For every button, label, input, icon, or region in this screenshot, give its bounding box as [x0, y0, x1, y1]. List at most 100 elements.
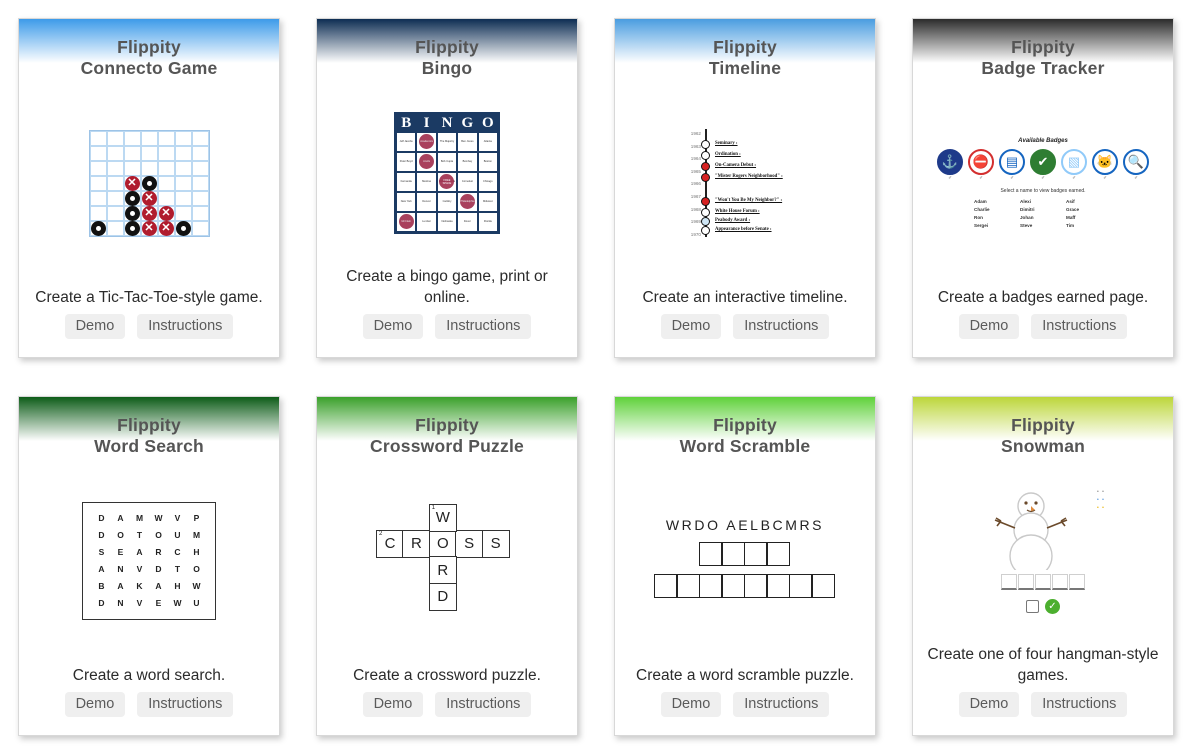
badge-name[interactable]: Dimitri [1020, 207, 1066, 212]
timeline-event-label[interactable]: On-Camera Debut › [715, 163, 756, 168]
bingo-cell[interactable]: Fernanda [396, 171, 417, 192]
app-card-4[interactable]: Flippity Badge Tracker Available Badges ⚓ ✐ ⛔… [912, 18, 1174, 358]
instructions-button[interactable]: Instructions [137, 692, 234, 717]
timeline-event-label[interactable]: "Won't You Be My Neighbor?" › [715, 198, 782, 203]
snowman-input-box[interactable] [1026, 599, 1039, 613]
bingo-cell[interactable]: New York [396, 191, 417, 212]
connecto-cell[interactable] [157, 145, 175, 161]
connecto-cell[interactable] [174, 130, 192, 146]
crossword-cell-across[interactable]: O [428, 529, 457, 558]
connecto-cell[interactable] [191, 220, 209, 236]
timeline-event-label[interactable]: Ordination › [715, 152, 741, 157]
demo-button[interactable]: Demo [64, 692, 126, 717]
connecto-cell[interactable] [123, 190, 141, 206]
connecto-cell[interactable] [174, 175, 192, 191]
snowman-blank[interactable] [1052, 573, 1068, 590]
connecto-cell[interactable] [89, 145, 107, 161]
bingo-cell[interactable]: Bob Cupta [436, 151, 458, 172]
connecto-cell[interactable] [123, 130, 141, 146]
connecto-cell[interactable] [174, 205, 192, 221]
bingo-cell[interactable]: Cornelust [457, 171, 478, 192]
bingo-cell[interactable]: Florida [477, 211, 498, 232]
badge-name[interactable]: Maff [1066, 215, 1112, 220]
bingo-cell[interactable]: Denver [416, 191, 437, 212]
connecto-cell[interactable] [106, 160, 124, 176]
connecto-cell[interactable] [89, 190, 107, 206]
snowman-blank[interactable] [1069, 573, 1085, 590]
instructions-button[interactable]: Instructions [435, 314, 532, 339]
connecto-cell[interactable] [106, 205, 124, 221]
bingo-cell[interactable]: FREE SPACEFREE SPACE [436, 171, 458, 192]
connecto-cell[interactable] [157, 190, 175, 206]
timeline-node[interactable] [701, 208, 710, 217]
bingo-cell[interactable]: Boston [477, 151, 498, 172]
scramble-box[interactable] [743, 541, 768, 566]
connecto-cell[interactable] [191, 175, 209, 191]
connecto-cell[interactable] [157, 130, 175, 146]
bingo-cell[interactable]: Dover [457, 211, 478, 232]
connecto-cell[interactable] [89, 175, 107, 191]
app-card-7[interactable]: Flippity Word Scramble WRDO AELBCMRS Create… [614, 396, 876, 736]
scramble-box[interactable] [698, 573, 723, 598]
timeline-event-label[interactable]: Seminary › [715, 141, 738, 146]
bingo-cell[interactable]: PhiladelphiaPhiladelphia [457, 191, 478, 212]
snowman-submit-icon[interactable]: ✓ [1045, 598, 1060, 614]
anchor-badge-icon[interactable]: ⚓ [937, 149, 963, 175]
timeline-event-label[interactable]: White House Forum › [715, 209, 760, 214]
snowman-blank[interactable] [1018, 573, 1034, 590]
timeline-event-label[interactable]: "Mister Rogers Neighborhood" › [715, 174, 783, 179]
demo-button[interactable]: Demo [958, 314, 1020, 339]
crossword-cell-across[interactable]: R [402, 529, 431, 558]
connecto-cell[interactable] [106, 175, 124, 191]
connecto-cell[interactable] [140, 160, 158, 176]
scramble-box[interactable] [743, 573, 768, 598]
crossword-cell-across[interactable]: C2 [376, 529, 404, 558]
connecto-cell[interactable] [89, 205, 107, 221]
timeline-node[interactable] [701, 173, 710, 182]
connecto-cell[interactable] [157, 175, 175, 191]
crossword-cell-across[interactable]: S [481, 529, 510, 558]
connecto-cell[interactable] [140, 130, 158, 146]
connecto-cell[interactable] [191, 205, 209, 221]
presentation-badge-icon[interactable]: ▤ [999, 149, 1025, 175]
scramble-box[interactable] [788, 573, 813, 598]
bingo-cell[interactable]: Lumber [416, 211, 437, 232]
connecto-cell[interactable] [123, 145, 141, 161]
demo-button[interactable]: Demo [660, 314, 722, 339]
demo-button[interactable]: Demo [660, 692, 722, 717]
bingo-cell[interactable]: AnvilsAnvils [416, 151, 437, 172]
bingo-cell[interactable]: Jeff Jacobs [396, 131, 417, 152]
bingo-cell[interactable]: Chicago [477, 171, 498, 192]
magnifier-badge-icon[interactable]: 🔍 [1123, 149, 1149, 175]
crossword-cell-down[interactable]: D [428, 582, 457, 611]
crossword-cell-across[interactable]: S [455, 529, 484, 558]
connecto-cell[interactable] [106, 190, 124, 206]
badge-name[interactable]: Alexi [1020, 199, 1066, 204]
timeline-node[interactable] [701, 197, 710, 206]
instructions-button[interactable]: Instructions [435, 692, 532, 717]
badge-name[interactable]: Grace [1066, 207, 1112, 212]
connecto-cell[interactable] [123, 205, 141, 221]
connecto-cell[interactable] [191, 130, 209, 146]
app-card-8[interactable]: Flippity Snowman • • • • • • ✓ Create one of f… [912, 396, 1174, 736]
app-card-2[interactable]: FlippityBingoBINGOJeff JacobsAcademicsAc… [316, 18, 578, 358]
bingo-cell[interactable]: McClainMcClain [396, 211, 417, 232]
scramble-box[interactable] [766, 541, 790, 566]
timeline-node[interactable] [701, 226, 710, 235]
connecto-cell[interactable]: ✕ [123, 175, 141, 191]
connecto-cell[interactable]: ✕ [157, 205, 175, 221]
timeline-node[interactable] [701, 140, 710, 149]
connecto-cell[interactable] [191, 190, 209, 206]
timeline-node[interactable] [701, 162, 710, 171]
scramble-box[interactable] [676, 573, 700, 598]
connecto-cell[interactable]: ✕ [140, 220, 158, 236]
connecto-cell[interactable] [191, 160, 209, 176]
scramble-box[interactable] [766, 573, 790, 598]
app-card-5[interactable]: Flippity Word Search D A M W V P D O T O U M S E A R C H A N V… [18, 396, 280, 736]
badge-name[interactable]: Steve [1020, 223, 1066, 228]
bingo-cell[interactable]: Midwest [477, 191, 498, 212]
connecto-cell[interactable] [174, 160, 192, 176]
bingo-cell[interactable]: Ben Jones [457, 131, 478, 152]
demo-button[interactable]: Demo [362, 692, 424, 717]
bingo-cell[interactable]: Carlsby [436, 191, 458, 212]
